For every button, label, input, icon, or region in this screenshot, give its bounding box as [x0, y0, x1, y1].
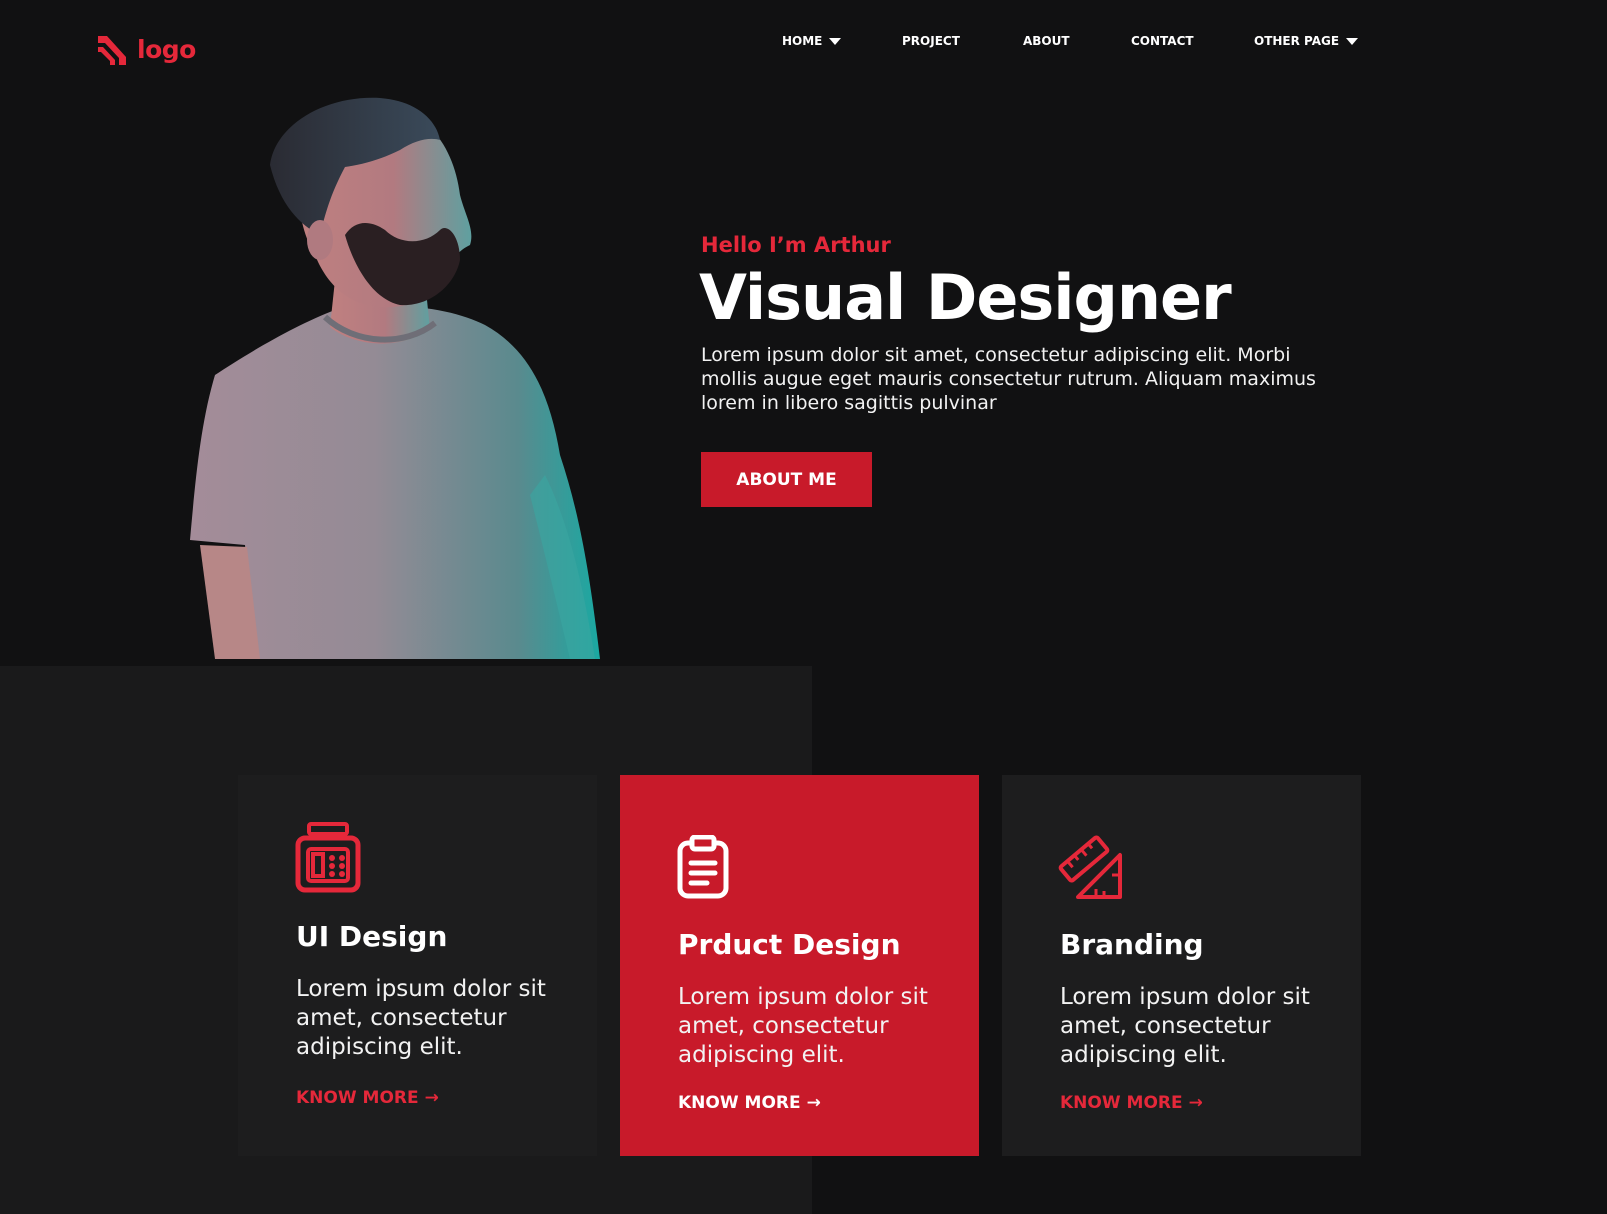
service-description: Lorem ipsum dolor sit amet, consectetur … [1060, 984, 1310, 1068]
arrow-right-icon: → [424, 1088, 439, 1108]
service-title: Prduct Design [678, 928, 901, 961]
know-more-link[interactable]: KNOW MORE → [678, 1093, 821, 1113]
caret-down-icon [1346, 37, 1359, 45]
know-more-label: KNOW MORE [1060, 1093, 1183, 1113]
about-me-button[interactable]: ABOUT ME [701, 452, 872, 507]
know-more-link[interactable]: KNOW MORE → [1060, 1093, 1203, 1113]
service-title: UI Design [296, 920, 448, 953]
hero-greeting: Hello I’m Arthur [701, 233, 891, 257]
service-card-branding: Branding Lorem ipsum dolor sit amet, con… [1002, 775, 1361, 1156]
nav-project-label: PROJECT [902, 34, 960, 48]
know-more-label: KNOW MORE [678, 1093, 801, 1113]
nav-contact[interactable]: CONTACT [1131, 34, 1194, 48]
rss-logo-icon [98, 36, 126, 65]
service-card-ui-design: UI Design Lorem ipsum dolor sit amet, co… [238, 775, 597, 1156]
nav-home-label: HOME [782, 34, 823, 48]
nav-home[interactable]: HOME [782, 34, 842, 48]
service-card-product-design: Prduct Design Lorem ipsum dolor sit amet… [620, 775, 979, 1156]
logo-text: logo [137, 34, 196, 64]
know-more-label: KNOW MORE [296, 1088, 419, 1108]
nav-contact-label: CONTACT [1131, 34, 1194, 48]
clipboard-icon [677, 835, 729, 899]
portrait-photo [190, 97, 600, 659]
service-title: Branding [1060, 928, 1204, 961]
arrow-right-icon: → [1188, 1093, 1203, 1113]
logo[interactable]: logo [95, 32, 196, 66]
nav-other-page-label: OTHER PAGE [1254, 34, 1340, 48]
service-description: Lorem ipsum dolor sit amet, consectetur … [678, 984, 928, 1068]
nav-about-label: ABOUT [1023, 34, 1070, 48]
caret-down-icon [829, 37, 842, 45]
nav-other-page[interactable]: OTHER PAGE [1254, 34, 1359, 48]
nav-about[interactable]: ABOUT [1023, 34, 1070, 48]
service-description: Lorem ipsum dolor sit amet, consectetur … [296, 976, 546, 1060]
device-pencil-icon [295, 822, 361, 893]
hero-title: Visual Designer [699, 261, 1232, 334]
arrow-right-icon: → [806, 1093, 821, 1113]
know-more-link[interactable]: KNOW MORE → [296, 1088, 439, 1108]
nav-project[interactable]: PROJECT [902, 34, 960, 48]
hero-description: Lorem ipsum dolor sit amet, consectetur … [701, 344, 1316, 414]
ruler-triangle-icon [1058, 835, 1122, 899]
